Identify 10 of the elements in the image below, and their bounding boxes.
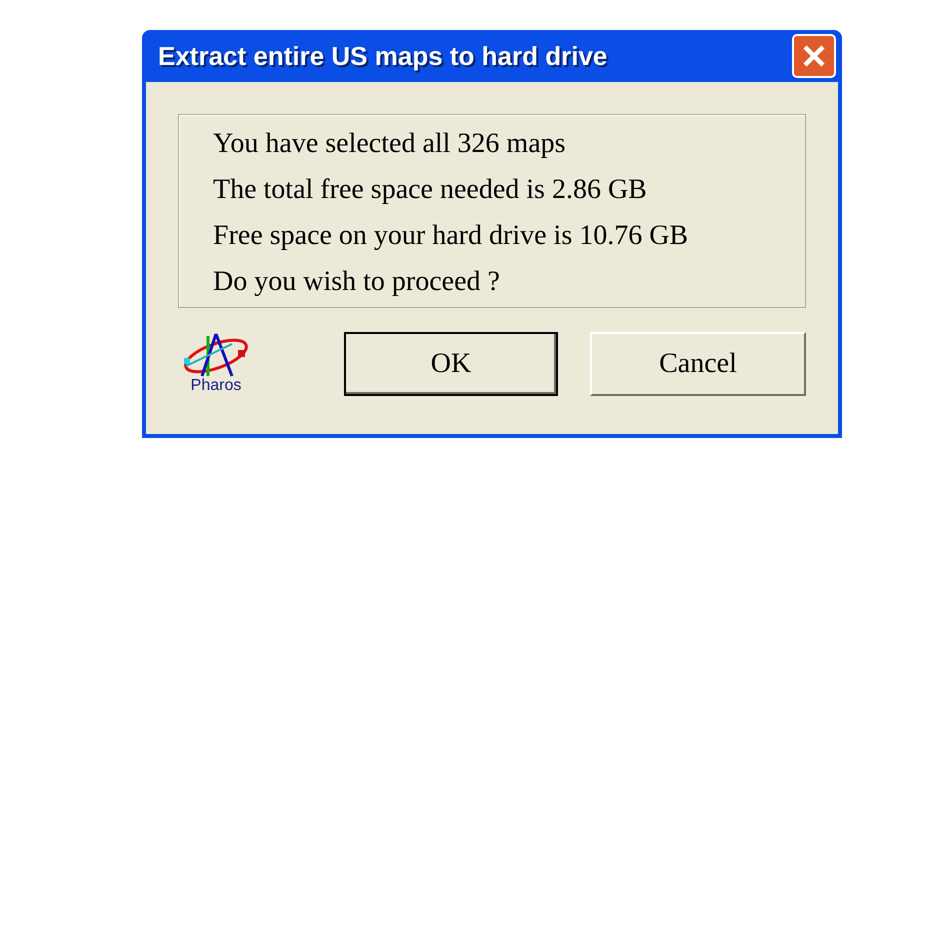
message-line: You have selected all 326 maps: [213, 127, 567, 161]
window-title: Extract entire US maps to hard drive: [158, 40, 608, 72]
message-line: Free space on your hard drive is 10.76 GB: [213, 219, 690, 253]
message-line: The total free space needed is 2.86 GB: [213, 173, 648, 207]
close-icon: [801, 43, 827, 69]
dialog-button[interactable]: Cancel: [590, 332, 806, 396]
logo-text: Pharos: [190, 378, 242, 394]
dialog-button[interactable]: OK: [344, 332, 558, 396]
message-line: Do you wish to proceed ?: [213, 265, 501, 299]
close-button[interactable]: [792, 34, 836, 78]
